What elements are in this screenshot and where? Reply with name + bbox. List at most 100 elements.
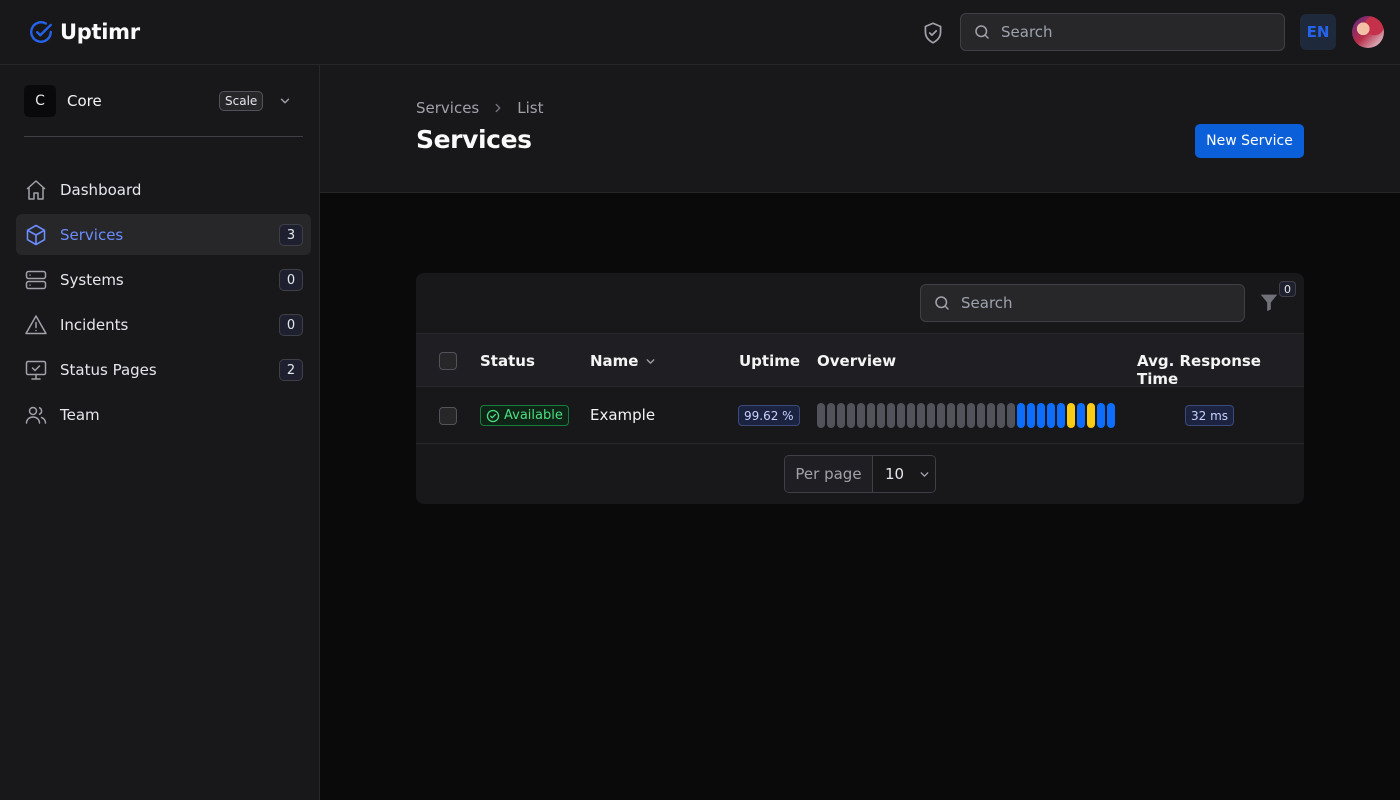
column-overview: Overview [817, 352, 897, 370]
sidebar-item-systems[interactable]: Systems 0 [16, 259, 311, 300]
services-table-card: 0 Status Name Uptime Overview Avg. Respo… [416, 273, 1304, 504]
per-page-label: Per page [785, 456, 873, 492]
table-row[interactable]: Available Example 99.62 % 32 ms [416, 387, 1304, 444]
select-all-checkbox[interactable] [439, 352, 457, 370]
chevron-right-icon [491, 101, 505, 115]
uptime-bar[interactable] [997, 403, 1005, 428]
sidebar-item-label: Systems [60, 270, 124, 289]
uptime-overview [817, 403, 1115, 428]
table-search-input[interactable] [961, 294, 1221, 312]
uptime-bar[interactable] [917, 403, 925, 428]
global-search-input[interactable] [1001, 23, 1261, 41]
sidebar-item-team[interactable]: Team [16, 394, 311, 435]
uptime-bar[interactable] [907, 403, 915, 428]
search-icon [933, 294, 951, 312]
uptime-bar[interactable] [1037, 403, 1045, 428]
top-bar: Uptimr EN [0, 0, 1400, 65]
page-title: Services [416, 125, 532, 154]
sidebar-item-label: Dashboard [60, 180, 142, 199]
app-name: Uptimr [60, 20, 140, 44]
sidebar-item-label: Team [60, 405, 100, 424]
app-logo[interactable]: Uptimr [28, 19, 140, 45]
row-checkbox[interactable] [439, 407, 457, 425]
uptime-bar[interactable] [877, 403, 885, 428]
new-service-button[interactable]: New Service [1195, 124, 1304, 158]
monitor-icon [24, 358, 48, 382]
sidebar: C Core Scale Dashboard Services 3 System… [0, 65, 320, 800]
warning-icon [24, 313, 48, 337]
uptime-bar[interactable] [1097, 403, 1105, 428]
sidebar-item-count: 2 [279, 359, 303, 381]
uptime-bar[interactable] [927, 403, 935, 428]
page-header: Services List Services New Service [320, 65, 1400, 193]
global-search[interactable] [960, 13, 1285, 51]
uptime-bar[interactable] [1007, 403, 1015, 428]
uptime-bar[interactable] [957, 403, 965, 428]
sidebar-nav: Dashboard Services 3 Systems 0 Incidents… [16, 169, 311, 439]
check-circle-icon [28, 19, 54, 45]
table-header: Status Name Uptime Overview Avg. Respons… [416, 333, 1304, 388]
sidebar-item-label: Status Pages [60, 360, 157, 379]
uptime-bar[interactable] [887, 403, 895, 428]
sidebar-item-count: 3 [279, 224, 303, 246]
uptime-bar[interactable] [1077, 403, 1085, 428]
avatar[interactable] [1352, 16, 1384, 48]
breadcrumb: Services List [416, 99, 544, 117]
shield-check-icon[interactable] [920, 20, 946, 46]
uptime-bar[interactable] [1017, 403, 1025, 428]
uptime-bar[interactable] [817, 403, 825, 428]
uptime-bar[interactable] [867, 403, 875, 428]
tenant-name: Core [67, 92, 102, 110]
column-status: Status [480, 352, 535, 370]
plan-badge: Scale [219, 91, 264, 111]
uptime-bar[interactable] [947, 403, 955, 428]
uptime-bar[interactable] [977, 403, 985, 428]
per-page-select[interactable]: 10 [873, 456, 935, 492]
sidebar-item-count: 0 [279, 269, 303, 291]
uptime-bar[interactable] [967, 403, 975, 428]
uptime-bar[interactable] [1047, 403, 1055, 428]
service-name[interactable]: Example [590, 406, 655, 424]
uptime-bar[interactable] [937, 403, 945, 428]
column-avg-response: Avg. Response Time [1137, 352, 1261, 388]
sidebar-item-label: Incidents [60, 315, 129, 334]
column-name-label: Name [590, 352, 639, 370]
uptime-bar[interactable] [987, 403, 995, 428]
filter-count-badge: 0 [1279, 281, 1296, 297]
sidebar-item-incidents[interactable]: Incidents 0 [16, 304, 311, 345]
sidebar-item-services[interactable]: Services 3 [16, 214, 311, 255]
chevron-down-icon [644, 355, 657, 368]
tenant-switcher[interactable]: C Core Scale [24, 85, 303, 137]
users-icon [24, 403, 48, 427]
response-time-badge: 32 ms [1185, 405, 1235, 426]
chevron-down-icon [918, 468, 931, 481]
home-icon [24, 178, 48, 202]
cube-icon [24, 223, 48, 247]
search-icon [973, 23, 991, 41]
column-uptime: Uptime [739, 352, 801, 370]
sidebar-item-status-pages[interactable]: Status Pages 2 [16, 349, 311, 390]
check-circle-icon [486, 409, 500, 423]
uptime-bar[interactable] [1067, 403, 1075, 428]
sidebar-item-dashboard[interactable]: Dashboard [16, 169, 311, 210]
uptime-bar[interactable] [827, 403, 835, 428]
uptime-bar[interactable] [857, 403, 865, 428]
uptime-bar[interactable] [837, 403, 845, 428]
chevron-down-icon[interactable] [278, 94, 292, 108]
column-name[interactable]: Name [590, 352, 657, 370]
per-page-control: Per page 10 [784, 455, 936, 493]
breadcrumb-list: List [517, 99, 544, 117]
uptime-bar[interactable] [1027, 403, 1035, 428]
language-button[interactable]: EN [1300, 14, 1336, 50]
uptime-bar[interactable] [1107, 403, 1115, 428]
uptime-bar[interactable] [897, 403, 905, 428]
uptime-bar[interactable] [847, 403, 855, 428]
uptime-bar[interactable] [1087, 403, 1095, 428]
tenant-initial: C [24, 85, 56, 117]
table-search[interactable] [920, 284, 1245, 322]
status-badge: Available [480, 405, 569, 426]
uptime-bar[interactable] [1057, 403, 1065, 428]
breadcrumb-services[interactable]: Services [416, 99, 479, 117]
status-text: Available [504, 408, 563, 423]
per-page-value: 10 [885, 465, 905, 483]
